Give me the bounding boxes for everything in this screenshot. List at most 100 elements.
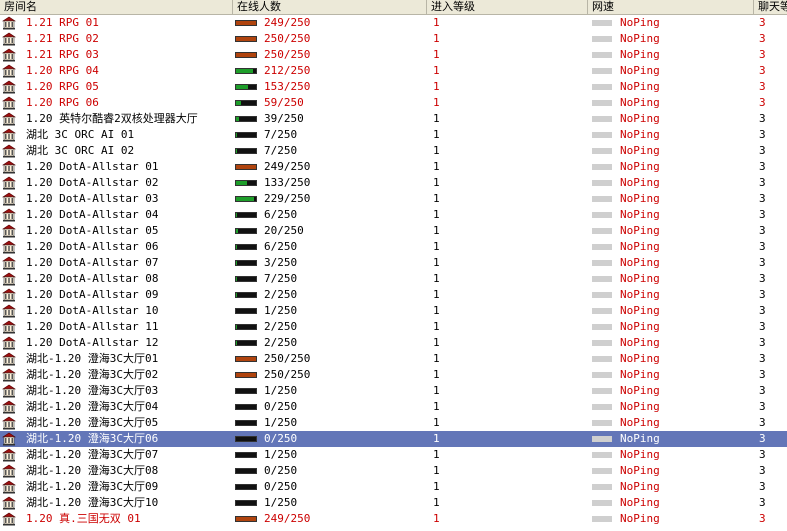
- room-row[interactable]: 1.20 DotA-Allstar 11 2/250 1 NoPing 3: [0, 319, 787, 335]
- online-cell: 249/250: [233, 159, 425, 175]
- occupancy-bar: [235, 212, 257, 218]
- room-row[interactable]: 1.21 RPG 01 249/250 1 NoPing 3: [0, 15, 787, 31]
- column-header-room-name[interactable]: 房间名: [0, 0, 233, 14]
- ping-bar: [592, 100, 612, 106]
- room-name-cell: 1.21 RPG 03: [0, 47, 232, 63]
- room-row[interactable]: 1.20 DotA-Allstar 12 2/250 1 NoPing 3: [0, 335, 787, 351]
- ping-bar: [592, 324, 612, 330]
- chat-level: 3: [759, 464, 766, 477]
- entry-level: 1: [433, 80, 440, 93]
- online-count: 1/250: [264, 448, 298, 461]
- room-name: 湖北-1.20 澄海3C大厅03: [26, 384, 159, 397]
- column-header-ping[interactable]: 网速: [588, 0, 754, 14]
- room-house-icon: [2, 112, 16, 126]
- level-cell: 1: [432, 383, 582, 399]
- room-row[interactable]: 1.20 DotA-Allstar 01 249/250 1 NoPing 3: [0, 159, 787, 175]
- entry-level: 1: [433, 448, 440, 461]
- occupancy-bar: [235, 132, 257, 138]
- ping-bar: [592, 292, 612, 298]
- chat-cell: 3: [758, 495, 787, 511]
- chat-level: 3: [759, 256, 766, 269]
- room-house-icon: [2, 368, 16, 382]
- room-row[interactable]: 湖北 3C ORC AI 02 7/250 1 NoPing 3: [0, 143, 787, 159]
- room-name-cell: 湖北-1.20 澄海3C大厅05: [0, 415, 232, 431]
- room-name: 1.20 RPG 04: [26, 64, 99, 77]
- room-house-icon: [2, 416, 16, 430]
- occupancy-bar-fill: [236, 101, 241, 105]
- chat-level: 3: [759, 496, 766, 509]
- ping-value: NoPing: [620, 144, 660, 157]
- column-header-level[interactable]: 进入等级: [427, 0, 588, 14]
- room-row[interactable]: 湖北-1.20 澄海3C大厅07 1/250 1 NoPing 3: [0, 447, 787, 463]
- entry-level: 1: [433, 336, 440, 349]
- room-row[interactable]: 湖北-1.20 澄海3C大厅08 0/250 1 NoPing 3: [0, 463, 787, 479]
- room-row[interactable]: 1.20 DotA-Allstar 09 2/250 1 NoPing 3: [0, 287, 787, 303]
- online-count: 133/250: [264, 176, 311, 189]
- ping-cell: NoPing: [590, 383, 750, 399]
- room-row[interactable]: 1.20 DotA-Allstar 06 6/250 1 NoPing 3: [0, 239, 787, 255]
- occupancy-bar-fill: [236, 517, 256, 521]
- level-cell: 1: [432, 223, 582, 239]
- room-row[interactable]: 1.20 真.三国无双 01 249/250 1 NoPing 3: [0, 511, 787, 527]
- online-cell: 250/250: [233, 47, 425, 63]
- room-name: 1.20 DotA-Allstar 05: [26, 224, 159, 237]
- room-row[interactable]: 1.21 RPG 03 250/250 1 NoPing 3: [0, 47, 787, 63]
- room-name: 1.20 真.三国无双 01: [26, 512, 141, 525]
- occupancy-bar: [235, 196, 257, 202]
- room-row[interactable]: 湖北 3C ORC AI 01 7/250 1 NoPing 3: [0, 127, 787, 143]
- level-cell: 1: [432, 479, 582, 495]
- online-count: 250/250: [264, 368, 311, 381]
- ping-bar: [592, 68, 612, 74]
- room-row[interactable]: 湖北-1.20 澄海3C大厅03 1/250 1 NoPing 3: [0, 383, 787, 399]
- room-house-icon: [2, 144, 16, 158]
- room-row[interactable]: 湖北-1.20 澄海3C大厅02 250/250 1 NoPing 3: [0, 367, 787, 383]
- ping-cell: NoPing: [590, 511, 750, 527]
- occupancy-bar: [235, 148, 257, 154]
- room-row[interactable]: 湖北-1.20 澄海3C大厅10 1/250 1 NoPing 3: [0, 495, 787, 511]
- room-row[interactable]: 1.20 DotA-Allstar 08 7/250 1 NoPing 3: [0, 271, 787, 287]
- room-row[interactable]: 湖北-1.20 澄海3C大厅09 0/250 1 NoPing 3: [0, 479, 787, 495]
- room-row[interactable]: 湖北-1.20 澄海3C大厅01 250/250 1 NoPing 3: [0, 351, 787, 367]
- room-row[interactable]: 湖北-1.20 澄海3C大厅06 0/250 1 NoPing 3: [0, 431, 787, 447]
- occupancy-bar: [235, 260, 257, 266]
- column-header-chat[interactable]: 聊天等: [754, 0, 787, 14]
- entry-level: 1: [433, 352, 440, 365]
- ping-bar: [592, 164, 612, 170]
- online-count: 0/250: [264, 400, 298, 413]
- room-row[interactable]: 1.20 RPG 04 212/250 1 NoPing 3: [0, 63, 787, 79]
- column-header-online[interactable]: 在线人数: [233, 0, 427, 14]
- room-name: 1.20 DotA-Allstar 11: [26, 320, 159, 333]
- room-name-cell: 1.20 DotA-Allstar 04: [0, 207, 232, 223]
- room-row[interactable]: 1.20 DotA-Allstar 04 6/250 1 NoPing 3: [0, 207, 787, 223]
- room-row[interactable]: 1.21 RPG 02 250/250 1 NoPing 3: [0, 31, 787, 47]
- room-name: 1.20 DotA-Allstar 02: [26, 176, 159, 189]
- ping-value: NoPing: [620, 272, 660, 285]
- room-name-cell: 1.21 RPG 01: [0, 15, 232, 31]
- chat-level: 3: [759, 416, 766, 429]
- online-cell: 20/250: [233, 223, 425, 239]
- ping-value: NoPing: [620, 432, 660, 445]
- room-row[interactable]: 1.20 DotA-Allstar 03 229/250 1 NoPing 3: [0, 191, 787, 207]
- room-row[interactable]: 1.20 RPG 06 59/250 1 NoPing 3: [0, 95, 787, 111]
- online-cell: 7/250: [233, 143, 425, 159]
- entry-level: 1: [433, 512, 440, 525]
- room-row[interactable]: 1.20 英特尔酷睿2双核处理器大厅 39/250 1 NoPing 3: [0, 111, 787, 127]
- online-count: 7/250: [264, 272, 298, 285]
- room-row[interactable]: 1.20 RPG 05 153/250 1 NoPing 3: [0, 79, 787, 95]
- room-row[interactable]: 湖北-1.20 澄海3C大厅04 0/250 1 NoPing 3: [0, 399, 787, 415]
- room-house-icon: [2, 240, 16, 254]
- chat-level: 3: [759, 208, 766, 221]
- entry-level: 1: [433, 208, 440, 221]
- room-row[interactable]: 1.20 DotA-Allstar 07 3/250 1 NoPing 3: [0, 255, 787, 271]
- ping-cell: NoPing: [590, 47, 750, 63]
- room-name-cell: 湖北-1.20 澄海3C大厅09: [0, 479, 232, 495]
- chat-cell: 3: [758, 47, 787, 63]
- entry-level: 1: [433, 304, 440, 317]
- room-row[interactable]: 1.20 DotA-Allstar 05 20/250 1 NoPing 3: [0, 223, 787, 239]
- occupancy-bar: [235, 516, 257, 522]
- ping-value: NoPing: [620, 256, 660, 269]
- room-row[interactable]: 1.20 DotA-Allstar 10 1/250 1 NoPing 3: [0, 303, 787, 319]
- ping-value: NoPing: [620, 64, 660, 77]
- room-row[interactable]: 湖北-1.20 澄海3C大厅05 1/250 1 NoPing 3: [0, 415, 787, 431]
- room-row[interactable]: 1.20 DotA-Allstar 02 133/250 1 NoPing 3: [0, 175, 787, 191]
